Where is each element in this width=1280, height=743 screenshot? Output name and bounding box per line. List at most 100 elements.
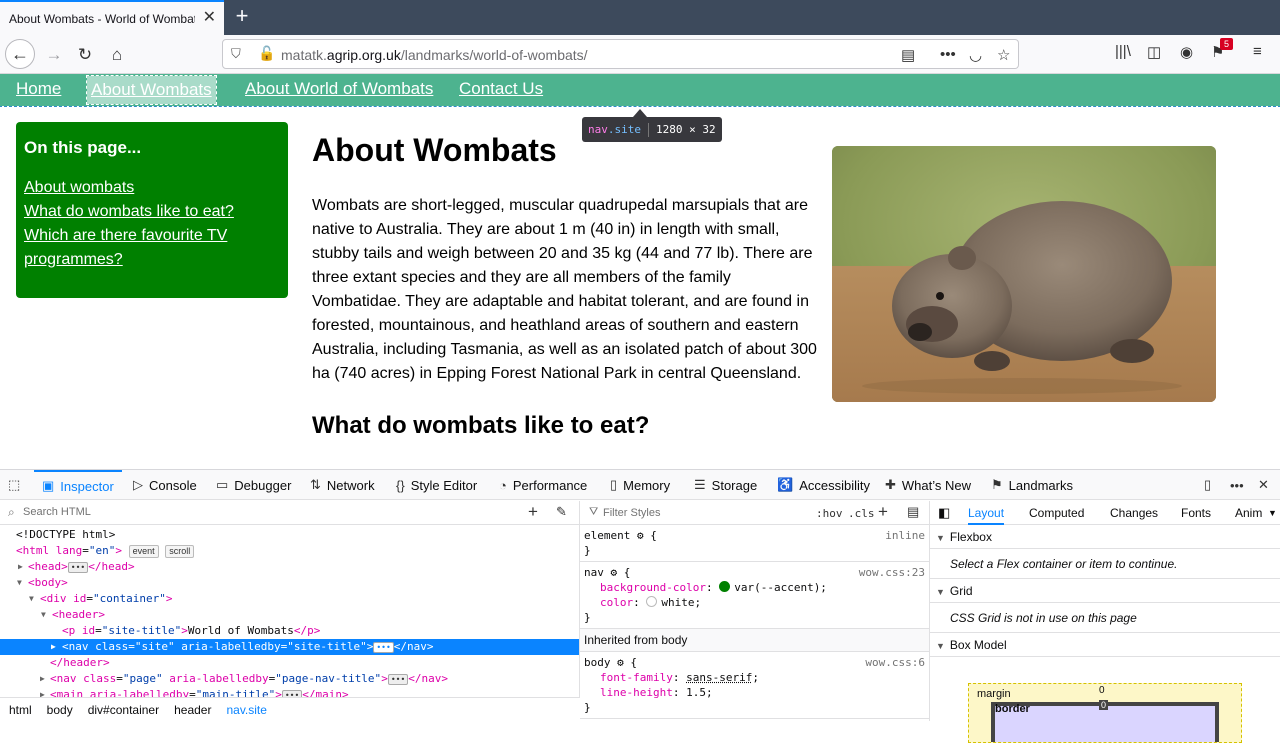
- color-swatch: [719, 581, 731, 592]
- tree-node[interactable]: <html lang="en"> event scroll: [0, 543, 579, 559]
- tab-title: About Wombats - World of Wombats: [9, 11, 195, 26]
- border-value[interactable]: 0: [1099, 700, 1109, 710]
- tab-memory[interactable]: ▯ Memory: [610, 470, 670, 500]
- nav-link-home[interactable]: Home: [16, 79, 61, 99]
- eyedropper-icon[interactable]: ✎: [556, 504, 567, 520]
- collapse-icon: ▼: [936, 587, 945, 597]
- inspector-tooltip-arrow: [633, 109, 647, 117]
- tab-changes[interactable]: Changes: [1110, 501, 1158, 525]
- section-heading: What do wombats like to eat?: [312, 412, 650, 439]
- box-model-diagram: margin 0 border 0: [968, 683, 1242, 743]
- hov-toggle[interactable]: :hov: [816, 507, 843, 520]
- url-bar[interactable]: ⛉ 🔓 matatk.agrip.org.uk/landmarks/world-…: [222, 39, 1019, 69]
- expand-icon: ▶: [18, 562, 23, 571]
- devtools-menu-icon[interactable]: •••: [1230, 470, 1250, 500]
- scroll-badge[interactable]: scroll: [165, 545, 195, 558]
- breadcrumb-item[interactable]: header: [174, 703, 211, 717]
- page-nav: On this page... About wombats What do wo…: [16, 122, 288, 298]
- back-button-icon[interactable]: ←: [5, 39, 35, 69]
- tab-performance[interactable]: ◔ Performance: [499, 470, 587, 500]
- performance-icon: ◔: [499, 477, 507, 493]
- breadcrumb-item[interactable]: body: [47, 703, 73, 717]
- tracking-shield-icon[interactable]: ⛉: [231, 46, 245, 62]
- menu-icon[interactable]: ≡: [1253, 43, 1262, 60]
- tree-node[interactable]: ▼ <header>: [0, 607, 579, 623]
- close-tab-icon[interactable]: ✕: [203, 10, 216, 26]
- bookmark-star-icon[interactable]: ☆: [997, 46, 1010, 64]
- home-icon[interactable]: ⌂: [103, 41, 131, 69]
- tab-storage[interactable]: ☰ Storage: [694, 470, 757, 500]
- network-icon: ⇅: [310, 477, 321, 492]
- page-actions-icon[interactable]: •••: [940, 46, 956, 63]
- tab-style-editor[interactable]: {} Style Editor: [396, 470, 477, 500]
- account-icon[interactable]: ◉: [1180, 43, 1193, 61]
- flexbox-section[interactable]: ▼ Flexbox: [930, 525, 1280, 549]
- nav-link-about-wombats[interactable]: About Wombats: [86, 75, 217, 105]
- filter-styles-input[interactable]: Filter Styles: [603, 507, 660, 519]
- tab-layout[interactable]: Layout: [968, 501, 1005, 525]
- main-content: About Wombats Wombats are short-legged, …: [312, 130, 822, 440]
- tree-node[interactable]: <!DOCTYPE html>: [0, 527, 579, 543]
- style-editor-icon: {}: [396, 477, 405, 493]
- tab-accessibility[interactable]: ♿ Accessibility: [777, 470, 870, 500]
- reload-icon[interactable]: ↻: [71, 41, 99, 69]
- tab-console[interactable]: ▷ Console: [133, 470, 197, 500]
- tab-computed[interactable]: Computed: [1029, 501, 1084, 525]
- print-media-icon[interactable]: ▤: [907, 504, 919, 520]
- page-nav-link[interactable]: Which are there favourite TV: [24, 224, 280, 248]
- insecure-lock-icon[interactable]: 🔓: [258, 45, 275, 62]
- rule-source-link[interactable]: wow.css:23: [859, 565, 925, 580]
- tree-node[interactable]: <p id="site-title">World of Wombats</p>: [0, 623, 579, 639]
- tree-node[interactable]: ▼ <div id="container">: [0, 591, 579, 607]
- tree-node[interactable]: ▶ <nav class="page" aria-labelledby="page…: [0, 671, 579, 687]
- collapse-icon: ▼: [936, 533, 945, 543]
- browser-tab[interactable]: About Wombats - World of Wombats ✕: [0, 0, 224, 35]
- page-nav-link[interactable]: programmes?: [24, 248, 280, 272]
- tree-node[interactable]: </header>: [0, 655, 579, 671]
- tab-network[interactable]: ⇅ Network: [310, 470, 375, 500]
- tab-fonts[interactable]: Fonts: [1181, 501, 1211, 525]
- tab-inspector[interactable]: ▣ Inspector: [34, 470, 122, 500]
- add-rule-icon[interactable]: +: [878, 502, 888, 522]
- new-tab-icon[interactable]: +: [231, 4, 253, 28]
- tab-animations[interactable]: Anim: [1235, 501, 1262, 525]
- cls-toggle[interactable]: .cls: [848, 507, 875, 520]
- grid-section[interactable]: ▼ Grid: [930, 579, 1280, 603]
- nav-link-about-world-of-wombats[interactable]: About World of Wombats: [245, 79, 433, 99]
- tab-whats-new[interactable]: ✚ What’s New: [885, 470, 971, 500]
- breadcrumb-item[interactable]: html: [9, 703, 32, 717]
- box-model-section[interactable]: ▼ Box Model: [930, 633, 1280, 657]
- toggle-sidebar-icon[interactable]: ◧: [938, 501, 950, 525]
- tree-node[interactable]: ▶ <head> ••• </head>: [0, 559, 579, 575]
- devtools-panel: ⬚ ▣ Inspector ▷ Console ▭ Debugger ⇅ Network…: [0, 469, 1280, 743]
- pocket-icon[interactable]: ◡: [969, 46, 982, 64]
- element-picker-icon[interactable]: ⬚: [8, 470, 26, 500]
- intro-paragraph: Wombats are short-legged, muscular quadr…: [312, 197, 817, 382]
- page-nav-link[interactable]: About wombats: [24, 176, 280, 200]
- margin-value[interactable]: 0: [1099, 685, 1105, 696]
- nav-link-contact-us[interactable]: Contact Us: [459, 79, 543, 99]
- rule-source-link[interactable]: wow.css:6: [865, 655, 925, 670]
- tree-node[interactable]: ▼ <body>: [0, 575, 579, 591]
- search-html-input[interactable]: Search HTML: [23, 506, 91, 518]
- tab-landmarks[interactable]: ⚑ Landmarks: [991, 470, 1073, 500]
- tree-node-selected[interactable]: ▶ <nav class="site" aria-labelledby="site…: [0, 639, 579, 655]
- breadcrumb-item[interactable]: div#container: [88, 703, 159, 717]
- add-node-icon[interactable]: +: [528, 502, 538, 522]
- flexbox-message: Select a Flex container or item to conti…: [930, 549, 1280, 579]
- inherited-header: Inherited from body: [580, 629, 929, 652]
- forward-button-icon[interactable]: →: [40, 41, 68, 69]
- library-icon[interactable]: |||\: [1115, 43, 1131, 60]
- page-nav-link[interactable]: What do wombats like to eat?: [24, 200, 280, 224]
- close-devtools-icon[interactable]: ✕: [1258, 470, 1275, 500]
- debugger-icon: ▭: [216, 477, 229, 492]
- reader-view-icon[interactable]: ▤: [901, 46, 915, 64]
- event-badge[interactable]: event: [128, 545, 159, 558]
- tab-debugger[interactable]: ▭ Debugger: [216, 470, 291, 500]
- more-tabs-icon[interactable]: ▼: [1268, 501, 1277, 525]
- breadcrumb-item-current[interactable]: nav.site: [226, 703, 266, 717]
- expand-icon: ▶: [40, 674, 45, 683]
- gear-icon: ⚙: [636, 529, 644, 542]
- responsive-mode-icon[interactable]: ▯: [1204, 470, 1217, 500]
- sidebar-icon[interactable]: ◫: [1147, 43, 1161, 61]
